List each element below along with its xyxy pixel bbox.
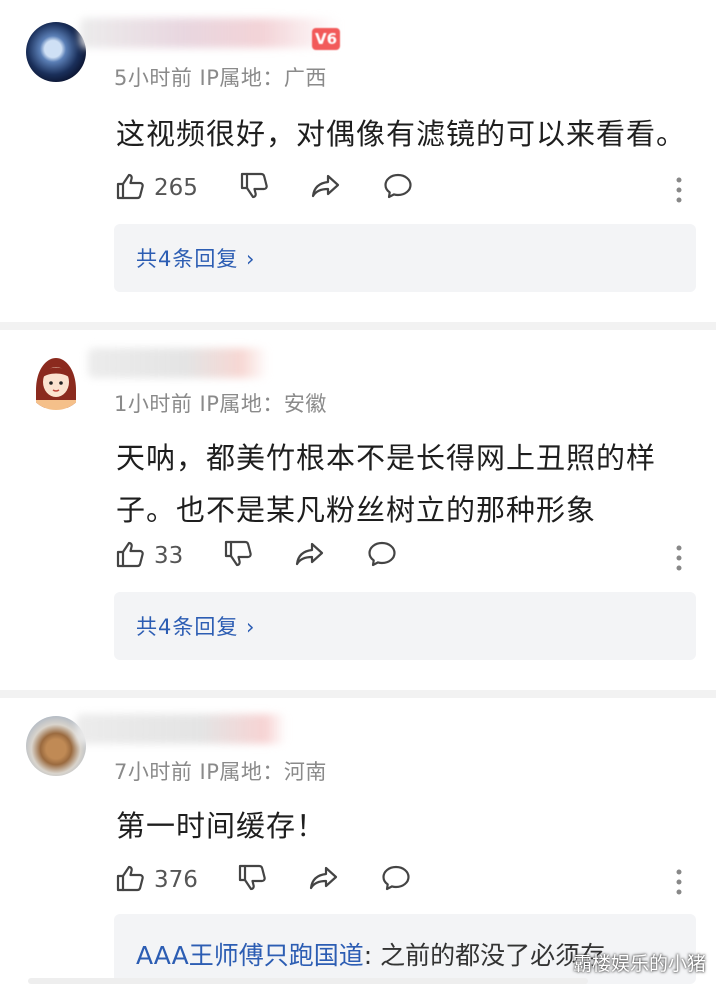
view-replies-link[interactable]: 共4条回复 › [136, 243, 255, 273]
more-vertical-icon [674, 866, 684, 902]
divider [0, 690, 716, 698]
username-blurred[interactable] [80, 18, 340, 48]
like-button[interactable]: 265 [114, 168, 198, 208]
level-badge: V6 [312, 28, 341, 50]
share-button[interactable] [294, 536, 326, 576]
comment-icon [380, 862, 412, 898]
more-button[interactable] [674, 540, 684, 580]
reply-button[interactable] [366, 536, 398, 576]
reply-button[interactable] [382, 168, 414, 208]
comment-item: V6 5小时前 IP属地：广西 这视频很好，对偶像有滤镜的可以来看看。 265 [0, 0, 716, 326]
comment-actions: 265 [114, 168, 694, 208]
reply-preview-text: AAA王师傅只跑国道: 之前的都没了必须存 [136, 936, 605, 972]
share-button[interactable] [310, 168, 342, 208]
comment-text-line: 天呐，都美竹根本不是长得网上丑照的样 [116, 441, 657, 475]
more-vertical-icon [674, 174, 684, 210]
share-button[interactable] [308, 860, 340, 900]
share-icon [308, 862, 340, 898]
avatar[interactable] [26, 22, 86, 82]
comment-meta: 7小时前 IP属地：河南 [114, 760, 327, 784]
more-vertical-icon [674, 542, 684, 578]
thumbs-up-icon [114, 170, 146, 206]
comment-icon [366, 538, 398, 574]
thumbs-down-icon [238, 170, 270, 206]
avatar[interactable] [26, 350, 86, 410]
comment-text: 这视频很好，对偶像有滤镜的可以来看看。 [116, 108, 686, 160]
comment-text-line: 这视频很好，对偶像有滤镜的可以来看看。 [116, 117, 687, 151]
dislike-button[interactable] [222, 536, 254, 576]
thumbs-down-icon [222, 538, 254, 574]
reply-button[interactable] [380, 860, 412, 900]
replies-box[interactable]: 共4条回复 › [114, 592, 696, 660]
like-count: 376 [154, 867, 198, 893]
comment-meta: 1小时前 IP属地：安徽 [114, 392, 327, 416]
username-blurred[interactable] [76, 714, 286, 744]
comment-text: 第一时间缓存！ [116, 800, 686, 852]
reply-body: : 之前的都没了必须存 [363, 941, 606, 970]
thumbs-up-icon [114, 862, 146, 898]
comment-item: 1小时前 IP属地：安徽 天呐，都美竹根本不是长得网上丑照的样 子。也不是某凡粉… [0, 330, 716, 690]
like-count: 33 [154, 543, 184, 569]
like-button[interactable]: 376 [114, 860, 198, 900]
dislike-button[interactable] [238, 168, 270, 208]
like-button[interactable]: 33 [114, 536, 183, 576]
like-count: 265 [154, 175, 198, 201]
share-icon [310, 170, 342, 206]
replies-box[interactable]: 共4条回复 › [114, 224, 696, 292]
more-button[interactable] [674, 172, 684, 212]
dislike-button[interactable] [236, 860, 268, 900]
comment-meta: 5小时前 IP属地：广西 [114, 66, 327, 90]
bottom-bar [28, 978, 588, 984]
comment-text-line: 子。也不是某凡粉丝树立的那种形象 [116, 493, 597, 527]
username-blurred[interactable] [88, 348, 268, 378]
watermark: 霸楼娱乐的小猪 [572, 953, 706, 975]
comment-actions: 33 [114, 536, 694, 576]
comment-text: 天呐，都美竹根本不是长得网上丑照的样 子。也不是某凡粉丝树立的那种形象 [116, 432, 686, 536]
thumbs-down-icon [236, 862, 268, 898]
share-icon [294, 538, 326, 574]
view-replies-link[interactable]: 共4条回复 › [136, 611, 255, 641]
comment-actions: 376 [114, 860, 694, 900]
thumbs-up-icon [114, 538, 146, 574]
more-button[interactable] [674, 864, 684, 904]
divider [0, 322, 716, 330]
comment-icon [382, 170, 414, 206]
reply-author-link[interactable]: AAA王师傅只跑国道 [136, 941, 364, 970]
comment-text-line: 第一时间缓存！ [116, 809, 327, 843]
